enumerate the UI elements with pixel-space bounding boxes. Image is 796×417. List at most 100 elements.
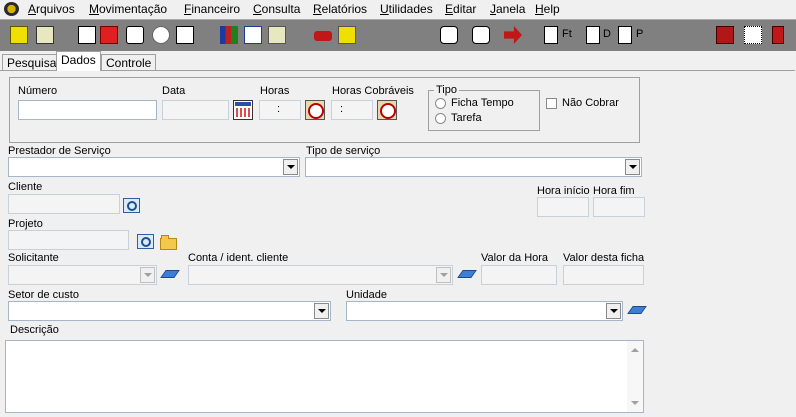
valor-ficha-label: Valor desta ficha bbox=[563, 252, 645, 264]
light-icon[interactable] bbox=[744, 26, 762, 44]
tipo-tarefa-label: Tarefa bbox=[451, 112, 482, 124]
document-icon[interactable] bbox=[176, 26, 194, 44]
hora-fim-label: Hora fim bbox=[593, 185, 635, 197]
books-icon[interactable] bbox=[220, 26, 238, 44]
tab-dados[interactable]: Dados bbox=[56, 51, 101, 71]
alarm-clock-icon[interactable] bbox=[377, 100, 397, 120]
menu-bar: Arquivos Movimentação Financeiro Consult… bbox=[0, 0, 796, 19]
exit-door-icon[interactable] bbox=[772, 26, 784, 44]
toolbar: Ft D P bbox=[0, 19, 796, 51]
chevron-down-icon[interactable] bbox=[140, 267, 155, 283]
descricao-textarea[interactable] bbox=[5, 340, 644, 413]
prestador-select[interactable] bbox=[8, 157, 300, 177]
setor-select[interactable] bbox=[8, 301, 331, 321]
toolbar-label-ft: Ft bbox=[562, 28, 572, 40]
numero-label: Número bbox=[18, 85, 58, 97]
menu-editar[interactable]: Editar bbox=[445, 2, 476, 16]
ficha-icon[interactable] bbox=[78, 26, 96, 44]
horas-cobraveis-label: Horas Cobráveis bbox=[332, 85, 414, 97]
notes-icon[interactable] bbox=[36, 26, 54, 44]
projeto-field[interactable] bbox=[8, 230, 129, 250]
chevron-down-icon[interactable] bbox=[625, 159, 640, 175]
horas-value: : bbox=[277, 103, 281, 115]
phone-icon[interactable] bbox=[314, 31, 332, 41]
spreadsheet-icon[interactable] bbox=[244, 26, 262, 44]
runner-calendar-icon[interactable] bbox=[338, 26, 356, 44]
toolbar-label-p: P bbox=[636, 28, 644, 40]
tab-pesquisa[interactable]: Pesquisa bbox=[2, 54, 62, 70]
docs-ft-icon[interactable] bbox=[544, 26, 558, 44]
menu-consulta[interactable]: Consulta bbox=[253, 2, 300, 16]
horas-cobraveis-field[interactable]: : bbox=[331, 100, 373, 120]
unidade-label: Unidade bbox=[346, 289, 387, 301]
printer-add-icon[interactable] bbox=[472, 26, 490, 44]
nao-cobrar-checkbox[interactable] bbox=[546, 98, 557, 109]
eraser-icon[interactable] bbox=[458, 269, 474, 279]
menu-movimentacao[interactable]: Movimentação bbox=[89, 2, 167, 16]
calendar-icon[interactable] bbox=[233, 100, 253, 120]
menu-utilidades[interactable]: Utilidades bbox=[380, 2, 433, 16]
chevron-down-icon[interactable] bbox=[436, 267, 451, 283]
tipo-ficha-tempo-label: Ficha Tempo bbox=[451, 97, 514, 109]
folder-icon[interactable] bbox=[160, 235, 177, 250]
solicitante-label: Solicitante bbox=[8, 252, 59, 264]
docs-p-icon[interactable] bbox=[618, 26, 632, 44]
cliente-label: Cliente bbox=[8, 181, 43, 193]
tipo-label: Tipo bbox=[434, 84, 459, 96]
tipo-servico-label: Tipo de serviço bbox=[306, 145, 381, 157]
setor-label: Setor de custo bbox=[8, 289, 79, 301]
conta-label: Conta / ident. cliente bbox=[188, 252, 289, 264]
horas-label: Horas bbox=[260, 85, 290, 97]
conta-select[interactable] bbox=[188, 265, 453, 285]
solicitante-select[interactable] bbox=[8, 265, 157, 285]
printer-icon[interactable] bbox=[440, 26, 458, 44]
scroll-down-icon[interactable] bbox=[631, 401, 639, 405]
film-icon[interactable] bbox=[716, 26, 734, 44]
chevron-down-icon[interactable] bbox=[606, 303, 621, 319]
report-icon[interactable] bbox=[268, 26, 286, 44]
hora-inicio-label: Hora início bbox=[537, 185, 590, 197]
horas-field[interactable]: : bbox=[259, 100, 301, 120]
horas-cobraveis-value: : bbox=[340, 103, 344, 115]
running-man-icon[interactable] bbox=[10, 26, 28, 44]
chevron-down-icon[interactable] bbox=[283, 159, 298, 175]
tab-controle[interactable]: Controle bbox=[101, 54, 157, 70]
menu-arquivos[interactable]: Arquivos bbox=[28, 2, 75, 16]
timer-icon[interactable] bbox=[126, 26, 144, 44]
app-logo-icon[interactable] bbox=[4, 2, 19, 16]
hora-inicio-field[interactable] bbox=[537, 197, 589, 217]
search-icon[interactable] bbox=[123, 198, 140, 214]
tipo-servico-select[interactable] bbox=[305, 157, 642, 177]
menu-help[interactable]: Help bbox=[535, 2, 560, 16]
data-label: Data bbox=[162, 85, 186, 97]
valor-hora-field[interactable] bbox=[481, 265, 557, 285]
chevron-down-icon[interactable] bbox=[314, 303, 329, 319]
clock-icon[interactable] bbox=[152, 26, 170, 44]
data-field[interactable] bbox=[162, 100, 229, 120]
nao-cobrar-label: Não Cobrar bbox=[562, 97, 619, 109]
descricao-label: Descrição bbox=[10, 324, 59, 336]
valor-ficha-field[interactable] bbox=[563, 265, 644, 285]
menu-financeiro[interactable]: Financeiro bbox=[184, 2, 240, 16]
tipo-ficha-tempo-radio[interactable] bbox=[435, 98, 446, 109]
numero-field[interactable] bbox=[18, 100, 157, 120]
unidade-select[interactable] bbox=[346, 301, 623, 321]
menu-relatorios[interactable]: Relatórios bbox=[313, 2, 367, 16]
eraser-icon[interactable] bbox=[628, 305, 644, 315]
toolbar-label-d: D bbox=[603, 28, 611, 40]
docs-d-icon[interactable] bbox=[586, 26, 600, 44]
menu-janela[interactable]: Janela bbox=[490, 2, 525, 16]
scroll-up-icon[interactable] bbox=[631, 348, 639, 352]
tipo-tarefa-radio[interactable] bbox=[435, 113, 446, 124]
search-icon[interactable] bbox=[137, 234, 154, 250]
cliente-field[interactable] bbox=[8, 194, 120, 214]
prestador-label: Prestador de Serviço bbox=[8, 145, 111, 157]
projeto-label: Projeto bbox=[8, 218, 43, 230]
eraser-icon[interactable] bbox=[161, 269, 177, 279]
scrollbar[interactable] bbox=[627, 341, 643, 412]
hora-fim-field[interactable] bbox=[593, 197, 645, 217]
exit-arrow-icon[interactable] bbox=[504, 26, 522, 44]
alarm-clock-icon[interactable] bbox=[305, 100, 325, 120]
valor-hora-label: Valor da Hora bbox=[481, 252, 549, 264]
ficha-tempo-icon[interactable] bbox=[100, 26, 118, 44]
